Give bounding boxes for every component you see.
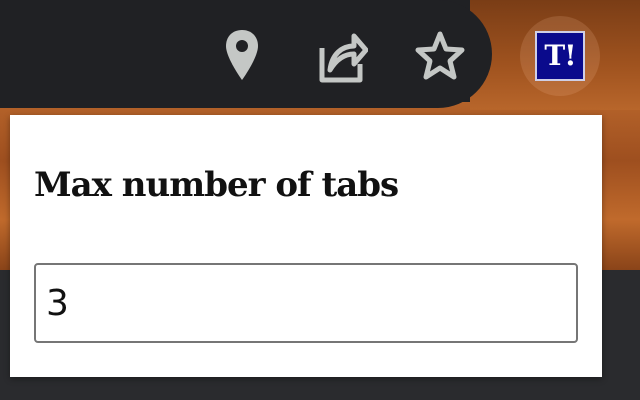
extension-icon[interactable]: T! (535, 31, 585, 81)
share-icon[interactable] (316, 26, 368, 86)
extension-popup: Max number of tabs (10, 115, 602, 377)
location-pin-icon[interactable] (216, 26, 268, 86)
extension-button[interactable]: T! (520, 16, 600, 96)
bookmark-star-icon[interactable] (414, 26, 466, 86)
max-tabs-input[interactable] (34, 263, 578, 343)
popup-title: Max number of tabs (34, 165, 399, 205)
browser-window: T! Max number of tabs (0, 0, 640, 400)
page-edge-text (0, 170, 8, 198)
